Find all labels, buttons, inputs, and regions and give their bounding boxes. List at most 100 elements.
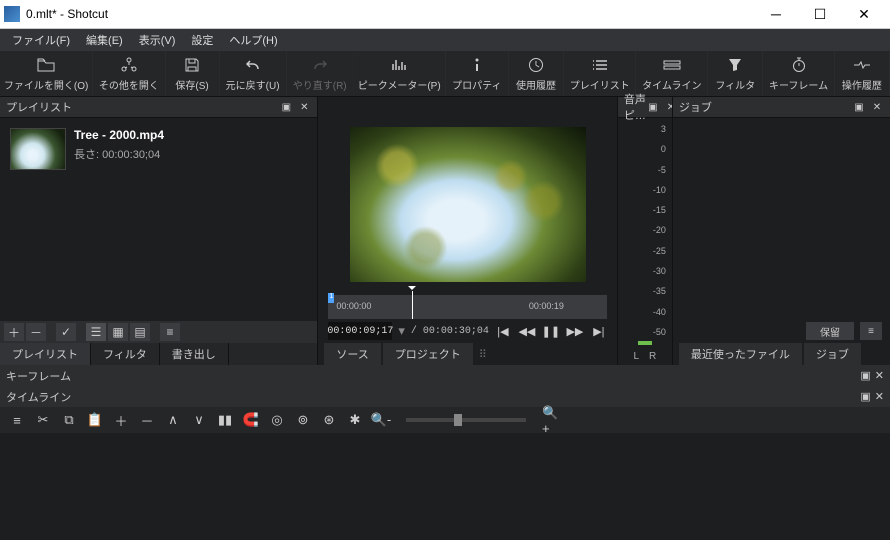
tab-project[interactable]: プロジェクト [383,343,473,365]
update-button[interactable]: ✓ [56,323,76,341]
pause-button[interactable]: ❚❚ [543,323,559,339]
menu-settings[interactable]: 設定 [183,30,221,50]
ripple-all-button[interactable]: ⊛ [320,411,338,429]
stopwatch-icon [791,55,807,75]
minimize-button[interactable]: ─ [754,0,798,28]
timeline-header: タイムライン ▣ ✕ [0,386,890,407]
audio-meter-body: 3 0 -5 -10 -15 -20 -25 -30 -35 -40 -50 [618,118,672,339]
copy-button[interactable]: ⧉ [60,411,78,429]
dropdown-icon[interactable]: ▾ [398,323,405,339]
properties-button[interactable]: プロパティ [446,51,509,96]
playlist-button[interactable]: プレイリスト [564,51,636,96]
cut-button[interactable]: ✂ [34,411,52,429]
preview-panel: 1 00:00:00 00:00:19 00:00:09;17 ▾ / 00:0… [318,97,617,365]
ripple-markers-button[interactable]: ✱ [346,411,364,429]
view-icons-button[interactable]: ▤ [130,323,150,341]
panel-undock-icon[interactable]: ▣ [860,390,870,403]
video-preview[interactable] [350,127,586,282]
zoom-handle[interactable] [454,414,462,426]
open-file-button[interactable]: ファイルを開く(O) [0,51,93,96]
save-button[interactable]: 保存(S) [166,51,220,96]
remove-button[interactable]: － [26,323,46,341]
audio-meter-panel: 音声ピ… ▣ ✕ 3 0 -5 -10 -15 -20 -25 -30 -35 … [617,97,672,365]
current-timecode[interactable]: 00:00:09;17 [328,322,392,340]
panel-close-icon[interactable]: ✕ [875,369,884,382]
rewind-button[interactable]: ◀◀ [519,323,535,339]
scrub-drag-button[interactable]: ◎ [268,411,286,429]
paste-button[interactable]: 📋 [86,411,104,429]
zoom-slider[interactable] [406,418,526,422]
tab-recent-files[interactable]: 最近使ったファイル [679,343,802,365]
panel-close-icon[interactable]: ✕ [875,390,884,403]
ripple-button[interactable]: ⊚ [294,411,312,429]
panel-undock-icon[interactable]: ▣ [852,100,866,114]
playlist-body[interactable]: Tree - 2000.mp4 長さ: 00:00:30;04 [0,118,317,321]
panel-close-icon[interactable]: ✕ [870,100,884,114]
left-tabs: プレイリスト フィルタ 書き出し [0,343,317,365]
keyframes-title: キーフレーム [6,368,71,384]
total-duration: 00:00:30;04 [423,326,489,337]
skip-prev-button[interactable]: |◀ [495,323,511,339]
jobs-toolbar: 保留 ≡ [673,319,890,343]
timeline-title: タイムライン [6,389,71,405]
zoom-in-button[interactable]: 🔍+ [542,411,560,429]
panel-undock-icon[interactable]: ▣ [279,100,293,114]
tab-export[interactable]: 書き出し [160,343,229,365]
ripple-delete-button[interactable]: － [138,411,156,429]
menu-view[interactable]: 表示(V) [131,30,184,50]
menu-file[interactable]: ファイル(F) [4,30,78,50]
keyframes-button[interactable]: キーフレーム [763,51,835,96]
in-marker[interactable]: 1 [328,293,334,303]
skip-next-button[interactable]: ▶| [591,323,607,339]
info-icon [470,55,484,75]
main-area: プレイリスト ▣ ✕ Tree - 2000.mp4 長さ: 00:00:30;… [0,97,890,365]
view-details-button[interactable]: ☰ [86,323,106,341]
maximize-button[interactable]: ☐ [798,0,842,28]
menu-edit[interactable]: 編集(E) [78,30,131,50]
redo-button[interactable]: やり直す(R) [287,51,354,96]
network-icon [121,55,137,75]
add-button[interactable]: ＋ [4,323,24,341]
overwrite-button[interactable]: ∨ [190,411,208,429]
panel-undock-icon[interactable]: ▣ [646,100,660,114]
zoom-out-button[interactable]: 🔍- [372,411,390,429]
list-icon [592,55,608,75]
tab-source[interactable]: ソース [324,343,380,365]
keyframes-header: キーフレーム ▣ ✕ [0,365,890,386]
tab-overflow-icon[interactable]: ⠿ [479,348,487,361]
tab-jobs[interactable]: ジョブ [804,343,861,365]
clip-duration: 長さ: 00:00:30;04 [74,146,164,162]
jobs-body[interactable] [673,118,890,319]
playlist-item[interactable]: Tree - 2000.mp4 長さ: 00:00:30;04 [6,124,311,174]
filters-button[interactable]: フィルタ [708,51,763,96]
recent-button[interactable]: 使用履歴 [509,51,564,96]
open-other-button[interactable]: その他を開く [93,51,165,96]
jobs-panel: ジョブ ▣ ✕ 保留 ≡ 最近使ったファイル ジョブ [672,97,890,365]
timeline-toolbar: ≡ ✂ ⧉ 📋 ＋ － ∧ ∨ ▮▮ 🧲 ◎ ⊚ ⊛ ✱ 🔍- 🔍+ [0,407,890,433]
split-button[interactable]: ▮▮ [216,411,234,429]
meter-scale: 3 0 -5 -10 -15 -20 -25 -30 -35 -40 -50 [653,124,666,337]
undo-button[interactable]: 元に戻す(U) [220,51,287,96]
tab-playlist[interactable]: プレイリスト [0,343,91,365]
timeline-menu-button[interactable]: ≡ [8,411,26,429]
meter-channels: L R [618,347,672,365]
menu-help[interactable]: ヘルプ(H) [221,30,285,50]
snap-button[interactable]: 🧲 [242,411,260,429]
hold-button[interactable]: 保留 [806,322,854,340]
timeline-button[interactable]: タイムライン [636,51,708,96]
scrub-bar[interactable]: 1 00:00:00 00:00:19 [328,295,607,319]
tab-filters[interactable]: フィルタ [91,343,160,365]
view-tiles-button[interactable]: ▦ [108,323,128,341]
panel-undock-icon[interactable]: ▣ [860,369,870,382]
peak-meter-button[interactable]: ピークメーター(P) [354,51,446,96]
panel-close-icon[interactable]: ✕ [297,100,311,114]
close-button[interactable]: ✕ [842,0,886,28]
lift-button[interactable]: ∧ [164,411,182,429]
playlist-menu-button[interactable]: ≡ [160,323,180,341]
jobs-menu-button[interactable]: ≡ [860,322,882,340]
fastfwd-button[interactable]: ▶▶ [567,323,583,339]
playhead[interactable] [412,291,413,319]
history-button[interactable]: 操作履歴 [835,51,890,96]
timeline-body[interactable] [0,433,890,540]
append-button[interactable]: ＋ [112,411,130,429]
